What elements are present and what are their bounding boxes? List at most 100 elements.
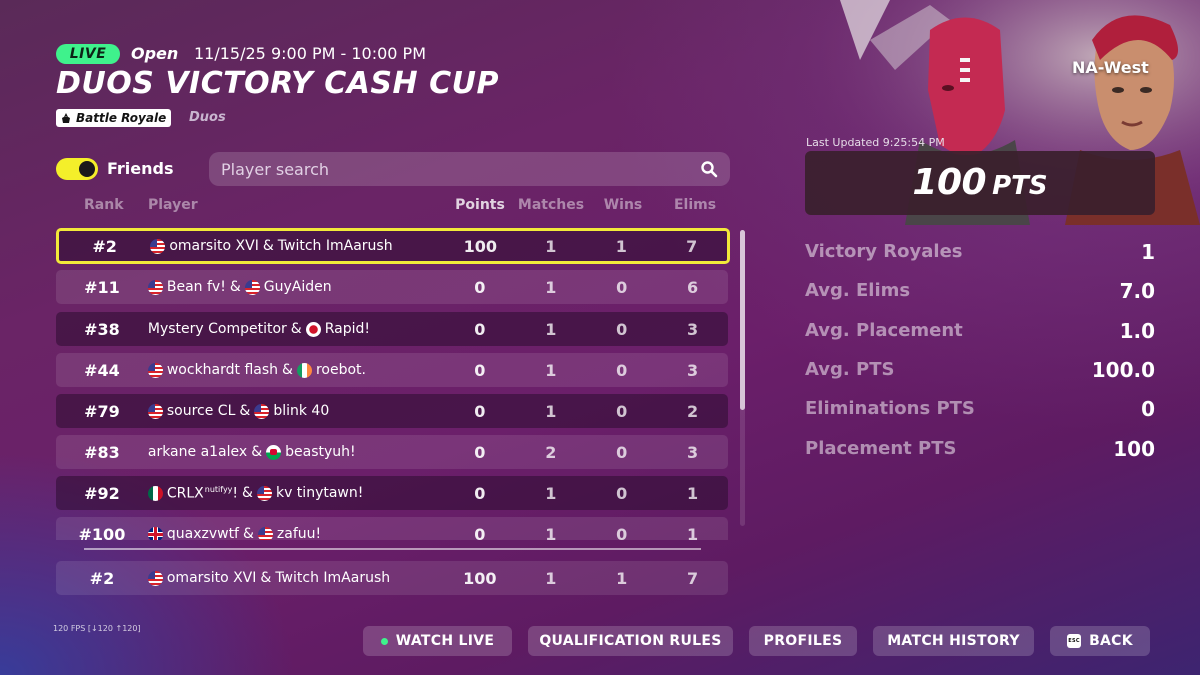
row-players: Mystery Competitor & Rapid!	[148, 321, 445, 337]
row-players: quaxzvwtf & zafuu!	[147, 526, 445, 540]
stat-label-victory-royales: Victory Royales	[805, 241, 963, 262]
battle-royale-icon	[62, 113, 70, 123]
friends-toggle[interactable]	[56, 158, 98, 180]
stat-value-placement-pts: 100	[1113, 437, 1155, 461]
leaderboard-row[interactable]: #79 source CL & blink 40 0 1 0 2	[56, 394, 728, 428]
player-2-name: blink 40	[273, 403, 330, 419]
ampersand: &	[242, 485, 253, 501]
row-wins: 0	[616, 442, 628, 462]
player-1-name: omarsito XVI	[169, 238, 259, 254]
match-history-button[interactable]: MATCH HISTORY	[873, 626, 1034, 656]
row-elims: 3	[686, 360, 699, 380]
row-players: Bean fv! & GuyAiden	[147, 279, 445, 295]
row-matches: 1	[545, 319, 557, 339]
mode-chip-label: Battle Royale	[76, 111, 167, 125]
player-search-bar[interactable]	[209, 152, 730, 186]
row-matches: 2	[545, 442, 557, 462]
ampersand: &	[243, 526, 254, 540]
last-updated-text: Last Updated 9:25:54 PM	[806, 136, 945, 149]
qualification-rules-label: QUALIFICATION RULES	[539, 633, 722, 649]
ampersand: &	[262, 238, 274, 254]
row-rank: #38	[84, 319, 120, 339]
flag-us-icon	[147, 362, 163, 378]
flag-mx-icon	[147, 485, 163, 501]
row-wins: 0	[616, 401, 628, 421]
flag-us-icon	[256, 485, 272, 501]
row-points: 0	[474, 319, 486, 339]
row-matches: 1	[545, 401, 557, 421]
stat-label-avg-placement: Avg. Placement	[805, 320, 963, 341]
player-2-name: roebot.	[315, 362, 366, 378]
leaderboard-row[interactable]: #100 quaxzvwtf & zafuu! 0 1 0 1	[56, 517, 728, 540]
row-elims: 7	[686, 568, 699, 588]
leaderboard-row[interactable]: #38 Mystery Competitor & Rapid! 0 1 0 3	[56, 312, 728, 346]
row-elims: 3	[686, 319, 699, 339]
status-text: Open	[131, 44, 179, 63]
flag-ie-icon	[296, 362, 312, 378]
row-players: CRLXnutifyy! & kv tinytawn!	[147, 484, 445, 502]
stat-value-victory-royales: 1	[1141, 240, 1155, 264]
row-players: source CL & blink 40	[147, 403, 445, 419]
stat-value-avg-pts: 100.0	[1091, 358, 1155, 382]
row-rank: #83	[84, 442, 120, 462]
leaderboard-list[interactable]: #2 omarsito XVI & Twitch ImAarush 100 1 …	[56, 228, 730, 540]
player-2-name: Rapid!	[324, 321, 370, 337]
player-1-name: Mystery Competitor	[147, 321, 287, 337]
row-wins: 0	[616, 483, 628, 503]
player-1-name: omarsito XVI	[166, 570, 257, 586]
row-wins: 0	[616, 277, 628, 297]
leaderboard-row[interactable]: #44 wockhardt flash & roebot. 0 1 0 3	[56, 353, 728, 387]
flag-us-icon	[254, 403, 270, 419]
flag-us-icon	[244, 279, 260, 295]
row-rank: #2	[92, 236, 117, 256]
flag-wales-icon	[266, 444, 282, 460]
row-players: arkane a1alex & beastyuh!	[148, 444, 445, 460]
leaderboard-scrollbar[interactable]	[740, 230, 745, 526]
row-matches: 1	[545, 483, 557, 503]
column-header-points: Points	[455, 197, 505, 213]
qualification-rules-button[interactable]: QUALIFICATION RULES	[528, 626, 733, 656]
row-points: 0	[474, 360, 486, 380]
back-button[interactable]: ESC BACK	[1050, 626, 1150, 656]
row-rank: #92	[84, 483, 120, 503]
total-points-box: 100 PTS	[805, 151, 1155, 215]
total-points-value: 100	[912, 162, 987, 203]
stat-label-avg-elims: Avg. Elims	[805, 280, 911, 301]
ampersand: &	[282, 362, 293, 378]
row-elims: 3	[686, 442, 699, 462]
scrollbar-thumb[interactable]	[740, 230, 745, 410]
player-1-name: CRLXnutifyy!	[166, 484, 239, 502]
leaderboard-row[interactable]: #83 arkane a1alex & beastyuh! 0 2 0 3	[56, 435, 728, 469]
row-points: 100	[463, 568, 497, 588]
flag-us-icon	[147, 279, 163, 295]
player-search-input[interactable]	[221, 159, 700, 179]
mode-chip: Battle Royale	[56, 109, 172, 127]
profiles-button[interactable]: PROFILES	[749, 626, 857, 656]
leaderboard-row[interactable]: #11 Bean fv! & GuyAiden 0 1 0 6	[56, 270, 728, 304]
player-1-name: quaxzvwtf	[166, 526, 239, 540]
search-icon[interactable]	[700, 160, 718, 178]
leaderboard-row[interactable]: #92 CRLXnutifyy! & kv tinytawn! 0 1 0 1	[56, 476, 728, 510]
stat-value-eliminations-pts: 0	[1141, 397, 1155, 421]
column-header-wins: Wins	[603, 197, 643, 213]
row-elims: 1	[686, 483, 699, 503]
watch-live-button[interactable]: WATCH LIVE	[363, 626, 512, 656]
leaderboard-row-selected[interactable]: #2 omarsito XVI & Twitch ImAarush 100 1 …	[56, 228, 730, 264]
row-points: 0	[474, 401, 486, 421]
row-points: 0	[474, 442, 486, 462]
row-rank: #79	[84, 401, 120, 421]
row-matches: 1	[545, 524, 557, 541]
esc-key-icon: ESC	[1067, 634, 1082, 648]
player-1-name: arkane a1alex	[147, 444, 248, 460]
player-2-name: kv tinytawn!	[275, 485, 364, 501]
flag-us-icon	[150, 238, 166, 254]
player-2-name: GuyAiden	[263, 279, 332, 295]
flag-gb-icon	[147, 526, 163, 540]
watch-live-label: WATCH LIVE	[395, 633, 495, 649]
pinned-player-row[interactable]: #2 omarsito XVI & Twitch ImAarush 100 1 …	[56, 561, 728, 595]
live-dot-icon	[380, 637, 388, 645]
column-header-matches: Matches	[517, 197, 585, 213]
player-2-name: Twitch ImAarush	[277, 238, 393, 254]
fps-counter: 120 FPS [↓120 ↑120]	[53, 624, 141, 633]
stat-label-avg-pts: Avg. PTS	[805, 359, 895, 380]
